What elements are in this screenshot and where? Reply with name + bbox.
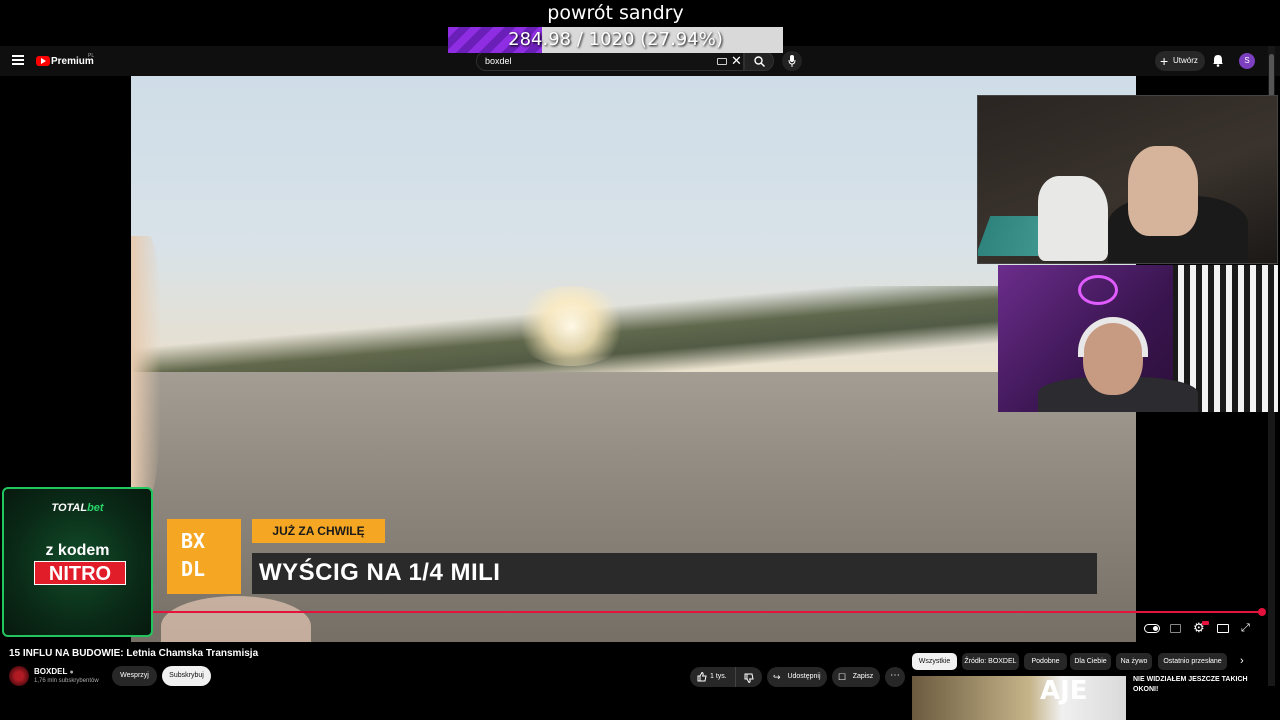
save-label: Zapisz <box>852 673 874 680</box>
boxdel-logo: BX DL <box>167 519 241 594</box>
dislike-button[interactable] <box>736 667 762 687</box>
search-input[interactable]: boxdel ✕ <box>476 51 744 71</box>
like-dislike-group: 1 tys. <box>690 667 762 687</box>
ad-brand: TOTALbet <box>51 502 104 514</box>
country-code: PL <box>88 53 95 59</box>
ad-code: NITRO <box>34 561 126 585</box>
recommended-video-title[interactable]: NIE WIDZIAŁEM JESZCZE TAKICH OKONI! <box>1133 675 1258 695</box>
share-icon: ↪ <box>773 672 781 682</box>
chip-for-you[interactable]: Dla Ciebie <box>1070 653 1111 670</box>
subtitles-icon[interactable] <box>1170 624 1181 633</box>
youtube-logo-icon[interactable] <box>36 56 50 66</box>
chip-live[interactable]: Na żywo <box>1116 653 1152 670</box>
bookmark-icon: ☐ <box>838 672 847 682</box>
menu-icon[interactable] <box>12 55 24 65</box>
hd-badge-icon <box>1202 621 1209 625</box>
like-button[interactable]: 1 tys. <box>690 667 736 687</box>
recommended-video-thumbnail[interactable]: AJE <box>912 676 1126 720</box>
autoplay-toggle[interactable] <box>1144 624 1160 633</box>
seek-handle[interactable] <box>1258 608 1266 616</box>
thumbs-up-icon <box>697 672 707 682</box>
video-scene-blur <box>131 236 161 496</box>
plus-icon: + <box>1160 53 1169 69</box>
microphone-icon <box>788 55 796 67</box>
streamer-face <box>1128 146 1198 236</box>
search-icon <box>754 56 765 67</box>
webcam-streamer-2 <box>998 265 1278 412</box>
theater-mode-icon[interactable] <box>1217 624 1229 633</box>
fullscreen-icon[interactable]: ⤢ <box>1241 621 1250 635</box>
channel-name[interactable]: BOXDEL ● <box>34 667 74 676</box>
headline-box: WYŚCIG NA 1/4 MILI <box>252 553 1097 594</box>
chip-recent[interactable]: Ostatnio przesłane <box>1158 653 1227 670</box>
keyboard-icon[interactable] <box>717 58 727 65</box>
chip-all[interactable]: Wszystkie <box>912 653 957 670</box>
chevron-right-icon[interactable]: › <box>1240 655 1244 667</box>
verified-icon: ● <box>69 669 74 676</box>
coming-soon-tag: JUŻ ZA CHWILĘ <box>252 519 385 543</box>
goal-progress-bar: 284.98 / 1020 (27.94%) <box>448 27 783 53</box>
video-title: 15 INFLU NA BUDOWIE: Letnia Chamska Tran… <box>9 648 259 659</box>
search-value: boxdel <box>485 56 512 66</box>
video-scene-sun <box>511 286 631 366</box>
avatar[interactable]: S <box>1239 53 1255 69</box>
headline: WYŚCIG NA 1/4 MILI <box>259 559 501 586</box>
subscribe-button[interactable]: Subskrybuj <box>162 666 211 686</box>
chip-source[interactable]: Źródło: BOXDEL <box>962 653 1019 670</box>
webcam-streamer-1 <box>977 95 1278 264</box>
thumbnail-text: AJE <box>1040 676 1088 706</box>
video-scene-trees <box>131 286 1136 376</box>
bell-icon[interactable] <box>1212 54 1224 67</box>
channel-avatar[interactable] <box>9 666 29 686</box>
goal-progress-text: 284.98 / 1020 (27.94%) <box>508 29 723 50</box>
scrollbar-thumb[interactable] <box>1269 54 1274 98</box>
totalbet-ad[interactable]: TOTALbet z kodem NITRO <box>2 487 153 637</box>
chip-similar[interactable]: Podobne <box>1024 653 1067 670</box>
overlay-title: powrót sandry <box>547 2 684 24</box>
like-count: 1 tys. <box>710 673 727 680</box>
voice-search-button[interactable] <box>782 51 802 71</box>
share-button[interactable]: ↪ Udostępnij <box>767 667 827 687</box>
seek-bar[interactable] <box>153 611 1263 613</box>
neon-sign <box>1078 275 1118 305</box>
share-label: Udostępnij <box>787 673 821 680</box>
save-button[interactable]: ☐ Zapisz <box>832 667 880 687</box>
support-button[interactable]: Wesprzyj <box>112 666 157 686</box>
search-button[interactable] <box>744 51 774 71</box>
create-label: Utwórz <box>1173 56 1198 65</box>
more-options-icon[interactable]: ⋯ <box>885 667 905 687</box>
ad-text: z kodem <box>45 542 110 559</box>
blanket <box>1038 176 1108 261</box>
create-button[interactable]: + Utwórz <box>1155 51 1205 71</box>
thumbs-down-icon <box>744 673 754 683</box>
subscriber-count: 1,76 mln subskrybentów <box>34 678 99 684</box>
clear-search-icon[interactable]: ✕ <box>731 53 742 69</box>
